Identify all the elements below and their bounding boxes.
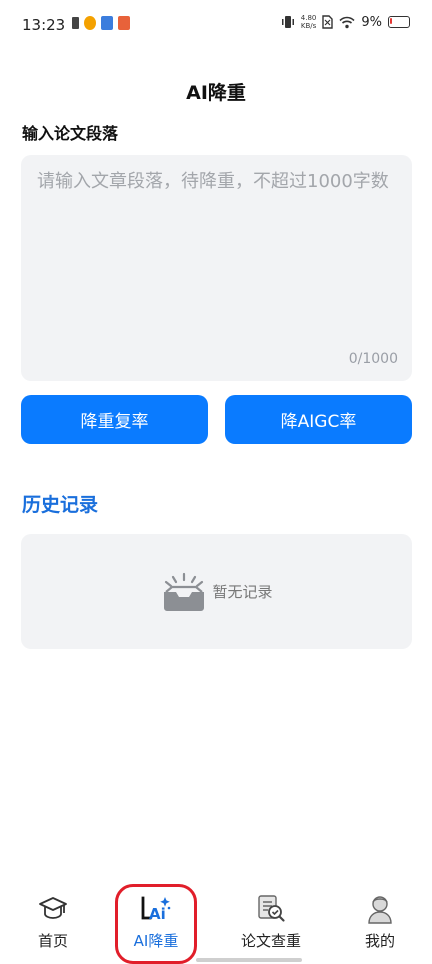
history-title: 历史记录 — [22, 494, 99, 516]
reduce-aigc-button[interactable]: 降AIGC率 — [225, 395, 412, 444]
no-sim-icon — [322, 15, 334, 29]
document-check-icon — [256, 892, 286, 926]
status-bar: 13:23 4.80 KB/s 9% — [0, 0, 432, 52]
bottom-tab-bar: 首页 Ai AI降重 论文查重 我的 — [0, 880, 432, 964]
status-time: 13:23 — [22, 16, 66, 34]
tab-ai-rewrite[interactable]: Ai AI降重 — [118, 880, 194, 964]
battery-icon — [388, 16, 410, 28]
weibo-icon — [84, 16, 96, 30]
app-notification-icon — [118, 16, 130, 30]
app-notification-icon — [101, 16, 113, 30]
char-counter: 0/1000 — [348, 351, 398, 367]
vibrate-icon — [281, 16, 294, 28]
sim-icon — [72, 17, 79, 29]
tab-profile-label: 我的 — [364, 932, 395, 950]
tab-profile[interactable]: 我的 — [348, 880, 412, 964]
empty-state-text: 暂无记录 — [212, 583, 273, 601]
home-indicator[interactable] — [196, 958, 302, 962]
paragraph-input[interactable] — [37, 169, 396, 349]
battery-percent: 9% — [361, 14, 382, 30]
svg-text:Ai: Ai — [149, 905, 166, 923]
history-empty-state: 暂无记录 — [21, 534, 412, 649]
input-section-label: 输入论文段落 — [22, 124, 119, 143]
graduation-cap-icon — [38, 892, 68, 926]
status-notification-icons — [72, 16, 130, 30]
ai-sparkle-icon: Ai — [140, 892, 172, 926]
status-right: 4.80 KB/s 9% — [281, 14, 410, 30]
tab-home[interactable]: 首页 — [20, 880, 86, 964]
paragraph-input-panel: 0/1000 — [21, 155, 412, 381]
network-speed: 4.80 KB/s — [300, 14, 317, 30]
wifi-icon — [339, 16, 355, 28]
page-title: AI降重 — [186, 82, 246, 104]
reduce-repetition-button[interactable]: 降重复率 — [21, 395, 208, 444]
tab-plagiarism-check-label: 论文查重 — [240, 932, 301, 950]
tab-plagiarism-check[interactable]: 论文查重 — [234, 880, 308, 964]
empty-inbox-icon — [164, 572, 205, 611]
tab-ai-rewrite-label: AI降重 — [133, 932, 179, 950]
tab-home-label: 首页 — [37, 932, 68, 950]
user-avatar-icon — [366, 892, 394, 926]
